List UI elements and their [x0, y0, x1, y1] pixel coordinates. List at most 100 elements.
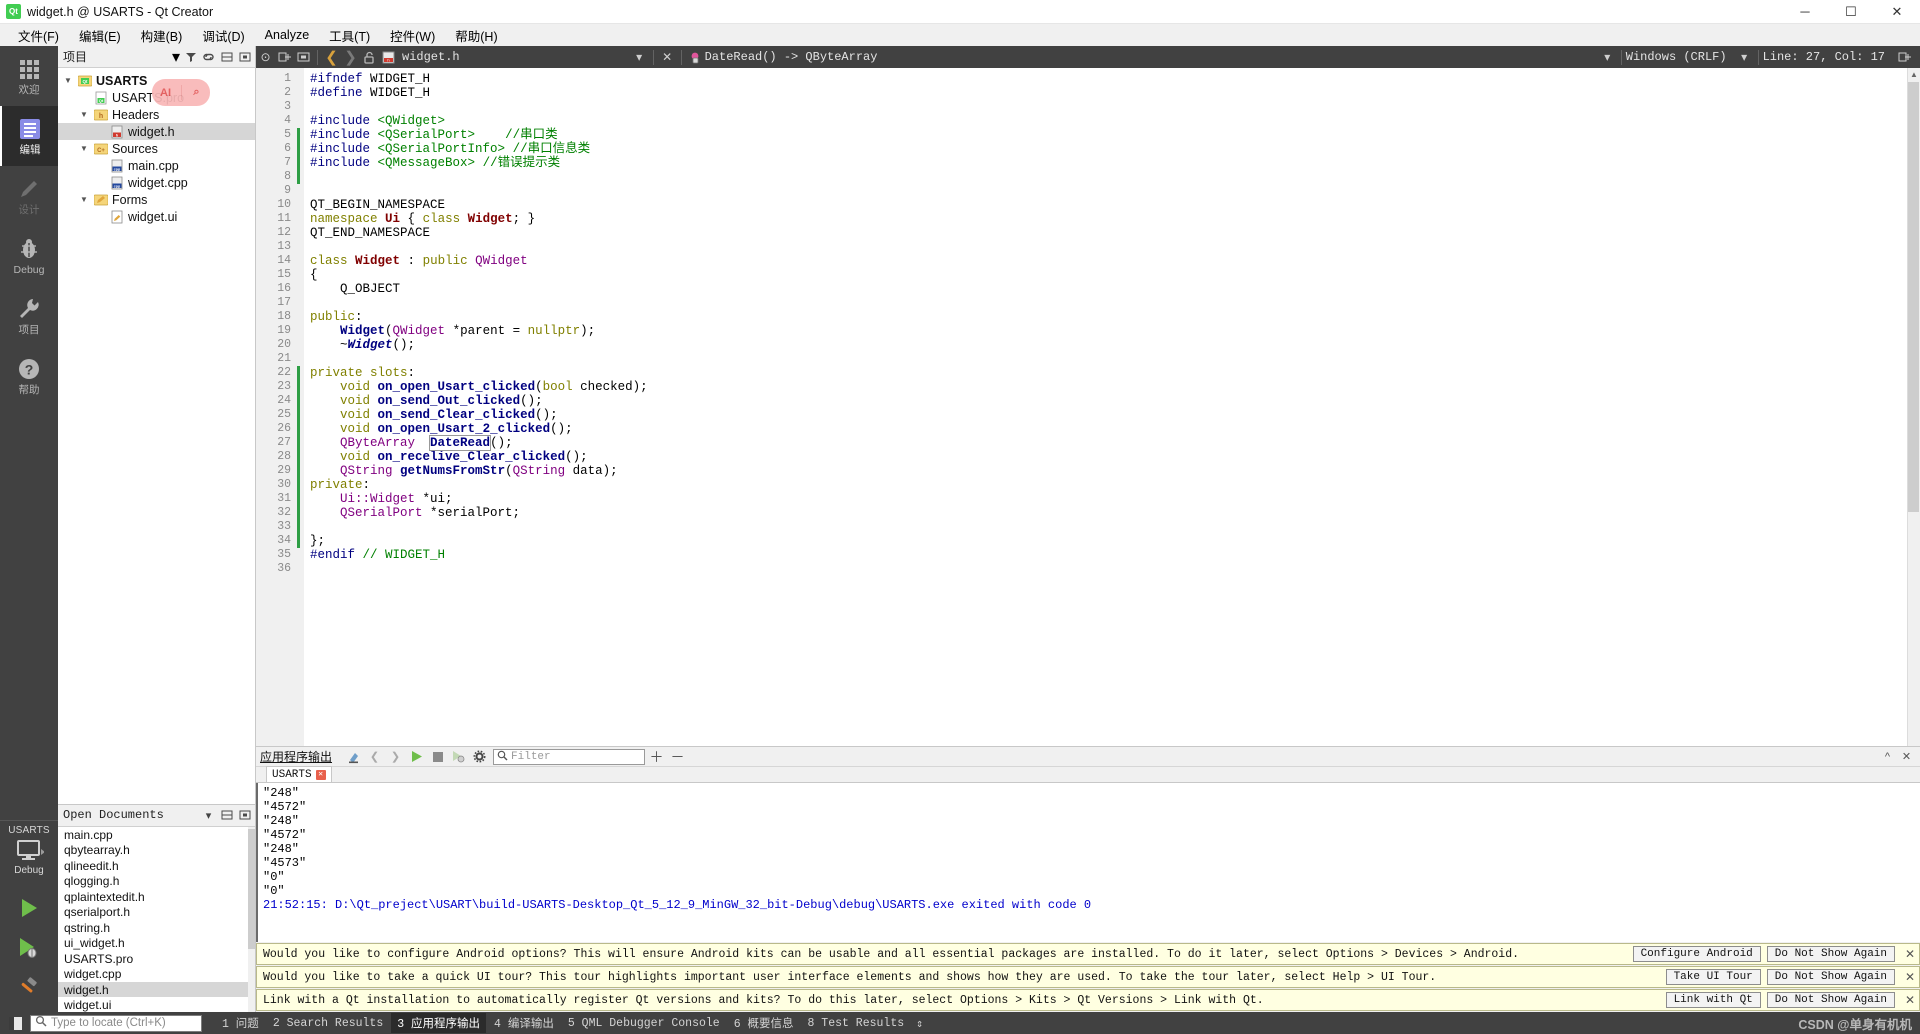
- code-line[interactable]: #include <QWidget>: [310, 114, 1920, 128]
- editor-filename[interactable]: widget.h: [402, 50, 460, 64]
- open-document-item[interactable]: qplaintextedit.h: [58, 889, 255, 905]
- split-editor-icon[interactable]: [275, 47, 294, 67]
- unlock-icon[interactable]: [360, 47, 379, 67]
- chevron-down-icon[interactable]: ▼: [78, 195, 90, 204]
- banner-primary-button[interactable]: Link with Qt: [1665, 992, 1761, 1008]
- output-filter-input[interactable]: Filter: [493, 748, 646, 765]
- build-button[interactable]: [14, 974, 44, 1002]
- code-line[interactable]: QT_END_NAMESPACE: [310, 226, 1920, 240]
- chevron-down-icon[interactable]: ▾: [630, 47, 649, 67]
- close-button[interactable]: ✕: [1874, 0, 1920, 24]
- code-line[interactable]: [310, 352, 1920, 366]
- menu-analyze[interactable]: Analyze: [255, 26, 319, 44]
- updown-icon[interactable]: ⇕: [910, 1014, 929, 1033]
- code-line[interactable]: };: [310, 534, 1920, 548]
- menu-help[interactable]: 帮助(H): [445, 24, 507, 47]
- code-line[interactable]: #include <QSerialPort> //串口类: [310, 128, 1920, 142]
- menu-debug[interactable]: 调试(D): [192, 24, 254, 47]
- split-icon[interactable]: [219, 49, 234, 64]
- open-document-item[interactable]: qlineedit.h: [58, 858, 255, 874]
- split-icon[interactable]: [219, 808, 234, 823]
- code-line[interactable]: public:: [310, 310, 1920, 324]
- code-line[interactable]: void on_send_Out_clicked();: [310, 394, 1920, 408]
- symbol-selector[interactable]: DateRead() -> QByteArray: [705, 50, 878, 64]
- statusbar-tab[interactable]: 8 Test Results: [802, 1015, 911, 1032]
- next-icon[interactable]: ❯: [386, 748, 405, 766]
- scroll-up-arrow[interactable]: ▲: [1908, 68, 1920, 81]
- code-line[interactable]: #endif // WIDGET_H: [310, 548, 1920, 562]
- code-line[interactable]: #ifndef WIDGET_H: [310, 72, 1920, 86]
- code-line[interactable]: [310, 170, 1920, 184]
- close-icon[interactable]: ✕: [1901, 970, 1919, 984]
- kit-selector[interactable]: USARTS Debug: [0, 820, 58, 880]
- chevron-down-icon[interactable]: ▼: [62, 76, 74, 85]
- mode-编辑[interactable]: 编辑: [0, 106, 58, 166]
- banner-secondary-button[interactable]: Do Not Show Again: [1766, 946, 1895, 962]
- ai-assist-pill[interactable]: AI ⌕: [152, 79, 210, 106]
- statusbar-tab[interactable]: 5 QML Debugger Console: [562, 1015, 726, 1032]
- close-icon[interactable]: ✕: [1897, 748, 1916, 766]
- code-line[interactable]: [310, 520, 1920, 534]
- open-document-item[interactable]: widget.h: [58, 981, 255, 998]
- open-document-item[interactable]: qlogging.h: [58, 873, 255, 889]
- mode-欢迎[interactable]: 欢迎: [0, 46, 58, 106]
- code-line[interactable]: private slots:: [310, 366, 1920, 380]
- ai-icon[interactable]: AI: [153, 79, 179, 106]
- output-text[interactable]: "248" "4572" "248" "4572" "248" "4573" "0" "0" 2…: [256, 783, 1920, 942]
- open-document-item[interactable]: main.cpp: [58, 827, 255, 843]
- attach-icon[interactable]: [449, 748, 468, 766]
- code-editor[interactable]: 1 2 3 4 5 6 7 8 9 10 11 12 13 14 15 16 17 18 19 20 21 22 23 24 2…: [256, 68, 1920, 746]
- open-document-item[interactable]: qserialport.h: [58, 904, 255, 920]
- chevron-down-icon[interactable]: ▾: [201, 808, 216, 823]
- menu-build[interactable]: 构建(B): [131, 24, 193, 47]
- code-line[interactable]: private:: [310, 478, 1920, 492]
- close-split-editor-icon[interactable]: [294, 47, 313, 67]
- code-line[interactable]: void on_open_Usart_clicked(bool checked)…: [310, 380, 1920, 394]
- code-line[interactable]: QT_BEGIN_NAMESPACE: [310, 198, 1920, 212]
- mode-项目[interactable]: 项目: [0, 286, 58, 346]
- close-icon[interactable]: ✕: [1901, 947, 1919, 961]
- code-line[interactable]: {: [310, 268, 1920, 282]
- editor-scrollbar[interactable]: ▲: [1907, 68, 1920, 746]
- open-documents-list[interactable]: main.cpp qbytearray.h qlineedit.h qlogging.…: [58, 826, 255, 1012]
- banner-primary-button[interactable]: Take UI Tour: [1665, 969, 1761, 985]
- banner-secondary-button[interactable]: Do Not Show Again: [1766, 992, 1895, 1008]
- code-line[interactable]: #define WIDGET_H: [310, 86, 1920, 100]
- statusbar-tab[interactable]: 6 概要信息: [728, 1013, 800, 1033]
- open-document-item[interactable]: widget.cpp: [58, 966, 255, 982]
- code-line[interactable]: void on_open_Usart_2_clicked();: [310, 422, 1920, 436]
- menu-edit[interactable]: 编辑(E): [69, 24, 131, 47]
- debug-button[interactable]: [14, 934, 44, 962]
- scroll-thumb[interactable]: [248, 828, 255, 949]
- project-tree[interactable]: ▼ Qt USARTS Qt USARTS.pro ▼ h Headers h widget.h ▼…: [58, 68, 255, 804]
- gear-icon[interactable]: [470, 748, 489, 766]
- open-documents-scrollbar[interactable]: [248, 826, 255, 1012]
- filter-icon[interactable]: [183, 49, 198, 64]
- minimize-button[interactable]: ─: [1782, 0, 1828, 24]
- close-icon[interactable]: ✕: [315, 769, 326, 780]
- mode-Debug[interactable]: Debug: [0, 226, 58, 286]
- stop-icon[interactable]: [428, 748, 447, 766]
- open-document-item[interactable]: widget.ui: [58, 997, 255, 1012]
- chevron-up-icon[interactable]: ^: [1878, 748, 1897, 766]
- menu-window[interactable]: 控件(W): [380, 24, 445, 47]
- maximize-button[interactable]: ☐: [1828, 0, 1874, 24]
- tree-item-main-cpp[interactable]: cpp main.cpp: [58, 157, 255, 174]
- search-icon[interactable]: ⌕: [184, 79, 210, 106]
- banner-primary-button[interactable]: Configure Android: [1632, 946, 1761, 962]
- code-line[interactable]: Q_OBJECT: [310, 282, 1920, 296]
- plus-icon[interactable]: ＋: [647, 748, 666, 766]
- code-line[interactable]: QString getNumsFromStr(QString data);: [310, 464, 1920, 478]
- open-document-item[interactable]: ui_widget.h: [58, 935, 255, 951]
- open-document-item[interactable]: qstring.h: [58, 920, 255, 936]
- code-line[interactable]: void on_send_Clear_clicked();: [310, 408, 1920, 422]
- statusbar-tab[interactable]: 3 应用程序输出: [391, 1013, 487, 1033]
- menu-file[interactable]: 文件(F): [8, 24, 69, 47]
- history-icon[interactable]: ⊙: [256, 47, 275, 67]
- banner-secondary-button[interactable]: Do Not Show Again: [1766, 969, 1895, 985]
- open-document-item[interactable]: qbytearray.h: [58, 842, 255, 858]
- minus-icon[interactable]: －: [668, 748, 687, 766]
- chevron-down-icon-lineending[interactable]: ▾: [1735, 47, 1754, 67]
- code-line[interactable]: #include <QMessageBox> //错误提示类: [310, 156, 1920, 170]
- code-line[interactable]: [310, 296, 1920, 310]
